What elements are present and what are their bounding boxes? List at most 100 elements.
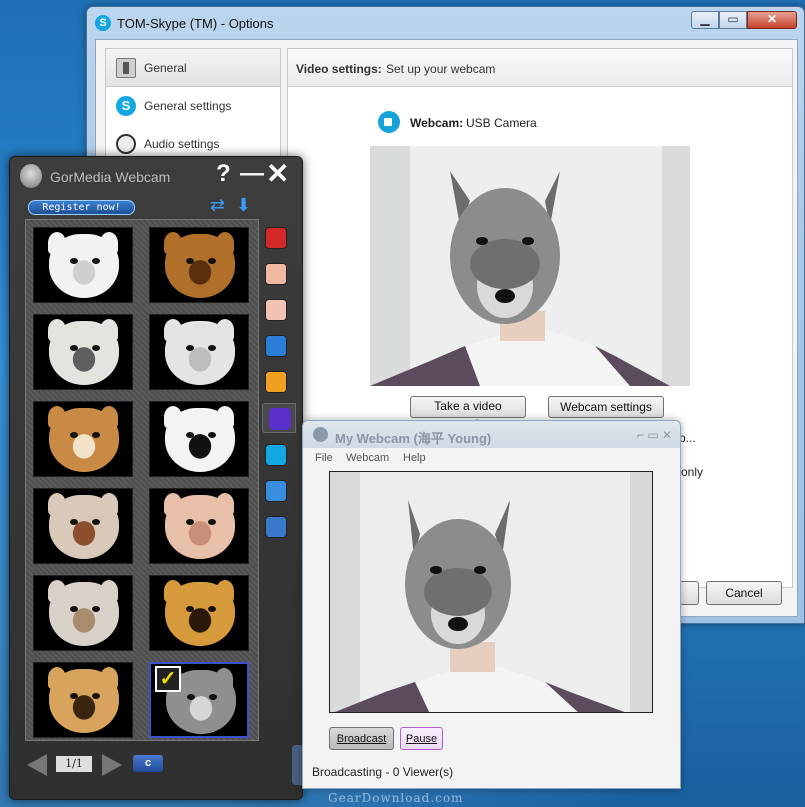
contact-icon[interactable]: [265, 335, 287, 357]
cheetah-eye: [70, 693, 78, 699]
polar-bear-eye: [70, 258, 78, 264]
pause-button[interactable]: Pause: [400, 727, 443, 750]
polar-bear-face: [49, 234, 119, 298]
gormedia-window: GorMedia Webcam ? — ✕ Register now! ⇄ ⬇ …: [9, 156, 304, 800]
my-webcam-window: My Webcam (海平 Young) ⌐ ▭ ✕ File Webcam H…: [302, 420, 681, 789]
audio-icon: [116, 134, 136, 154]
webcam-device-name[interactable]: USB Camera: [466, 116, 537, 130]
panel-header-title: Video settings:: [296, 62, 382, 76]
panda-eye: [208, 432, 216, 438]
mask-wolf[interactable]: ✓: [149, 662, 249, 738]
sidebar-item-label: General: [144, 61, 187, 75]
window-controls[interactable]: ⌐ ▭ ✕: [637, 428, 672, 442]
polar-bear-eye: [92, 258, 100, 264]
panda-face: [165, 408, 235, 472]
skype-icon: S: [116, 96, 136, 116]
mask-panda[interactable]: [149, 401, 249, 477]
lion-face: [165, 234, 235, 298]
close-button[interactable]: ✕: [266, 160, 289, 188]
cheetah-face: [49, 669, 119, 733]
tiger-face: [165, 582, 235, 646]
sidebar-item-label: General settings: [144, 99, 232, 113]
c-button[interactable]: c: [133, 755, 163, 772]
mask-cheetah[interactable]: [33, 662, 133, 738]
wolf-eye: [187, 694, 195, 700]
webcam-label: Webcam:: [410, 116, 464, 130]
cat-eye: [92, 345, 100, 351]
menu-file[interactable]: File: [315, 452, 333, 464]
mask-dog[interactable]: [33, 401, 133, 477]
skype-titlebar[interactable]: S TOM-Skype (TM) - Options ▁ ▭ ✕: [87, 7, 804, 37]
tiger-eye: [208, 606, 216, 612]
maximize-button[interactable]: ▭: [719, 11, 747, 29]
mask-polar-bear[interactable]: [33, 227, 133, 303]
skype-icon[interactable]: [265, 444, 287, 466]
sidebar-item-general[interactable]: General: [106, 49, 280, 87]
broadcast-status: Broadcasting - 0 Viewer(s): [312, 765, 454, 779]
watermark: GearDownload.com: [328, 791, 464, 805]
bulldog-face: [49, 495, 119, 559]
minimize-button[interactable]: ▁: [691, 11, 719, 29]
next-page-button[interactable]: [102, 754, 122, 776]
pig-eye: [208, 519, 216, 525]
tiger-eye: [186, 606, 194, 612]
mask-icon[interactable]: [265, 371, 287, 393]
download-icon[interactable]: ⬇: [236, 195, 251, 216]
my-webcam-titlebar[interactable]: My Webcam (海平 Young) ⌐ ▭ ✕: [303, 421, 680, 448]
register-button[interactable]: Register now!: [28, 200, 135, 215]
mask-lion[interactable]: [149, 227, 249, 303]
tv-frame-icon[interactable]: [265, 299, 287, 321]
refresh-icon[interactable]: ⇄: [210, 195, 225, 216]
partial-text-1: p...: [679, 431, 696, 445]
sidebar-item-label: Audio settings: [144, 137, 220, 151]
partial-text-2: only: [681, 465, 704, 479]
broadcast-video-image: [330, 472, 652, 712]
menu-webcam[interactable]: Webcam: [346, 452, 389, 464]
page-indicator: 1/1: [56, 756, 92, 772]
mask-monkey[interactable]: [149, 314, 249, 390]
broadcast-button[interactable]: Broadcast: [329, 727, 394, 750]
mask-bulldog[interactable]: [33, 488, 133, 564]
sidebar-item-general-settings[interactable]: S General settings: [106, 87, 280, 125]
lion-eye: [208, 258, 216, 264]
minimize-button[interactable]: —: [240, 161, 264, 187]
dog-face: [49, 408, 119, 472]
panda-eye: [186, 432, 194, 438]
help-button[interactable]: ?: [216, 161, 231, 187]
panel-header-subtitle: Set up your webcam: [386, 62, 496, 76]
ok-button[interactable]: [679, 581, 699, 605]
mask-cat[interactable]: [33, 314, 133, 390]
mask-goat[interactable]: [33, 575, 133, 651]
webcam-preview-image: [370, 146, 690, 386]
cheetah-eye: [92, 693, 100, 699]
photo-icon[interactable]: [265, 480, 287, 502]
menu-bar: File Webcam Help: [303, 449, 680, 469]
wolf-eye: [209, 694, 217, 700]
dog-eye: [92, 432, 100, 438]
mask-tiger[interactable]: [149, 575, 249, 651]
gormedia-title: GorMedia Webcam: [50, 169, 171, 185]
face-frame-icon[interactable]: [265, 263, 287, 285]
take-snapshot-button[interactable]: Take a video snapshot: [410, 396, 526, 431]
pig-face: [165, 495, 235, 559]
effects-icon[interactable]: [265, 227, 287, 249]
cat-eye: [70, 345, 78, 351]
chat-icon[interactable]: [262, 403, 296, 433]
previous-page-button[interactable]: [27, 754, 47, 776]
skype-logo-icon: S: [95, 15, 111, 31]
webcam-preview: [370, 146, 690, 386]
webcam-settings-button[interactable]: Webcam settings: [548, 396, 664, 418]
goat-eye: [70, 606, 78, 612]
bulldog-eye: [70, 519, 78, 525]
my-webcam-title: My Webcam (海平 Young): [335, 431, 492, 446]
menu-help[interactable]: Help: [403, 452, 426, 464]
mask-pig[interactable]: [149, 488, 249, 564]
mask-grid: ✓: [25, 219, 259, 741]
cancel-button[interactable]: Cancel: [706, 581, 782, 605]
monkey-eye: [186, 345, 194, 351]
webcam-logo-icon: [313, 427, 328, 442]
close-button[interactable]: ✕: [747, 11, 797, 29]
video-icon[interactable]: [265, 516, 287, 538]
lion-eye: [186, 258, 194, 264]
webcam-logo-icon: [20, 164, 42, 188]
